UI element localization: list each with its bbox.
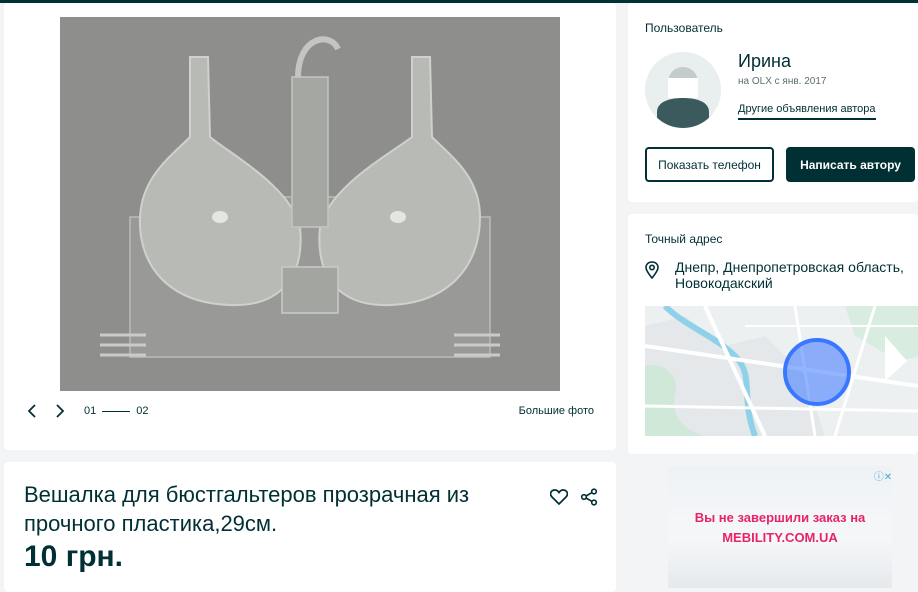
pager-divider: [102, 410, 131, 412]
address-row: Днепр, Днепропетровская область, Новокод…: [645, 259, 905, 291]
ad-close-icon[interactable]: ⓘ✕: [874, 468, 892, 483]
other-ads-link[interactable]: Другие объявления автора: [738, 103, 876, 120]
pager-total: 02: [136, 405, 149, 417]
gallery-pager: 01 02: [84, 405, 149, 417]
address-section-label: Точный адрес: [645, 232, 723, 246]
user-section-label: Пользователь: [645, 21, 723, 35]
show-phone-button[interactable]: Показать телефон: [645, 147, 774, 182]
ad-banner-line2: MEBILITY.COM.UA: [722, 530, 838, 545]
location-pin-icon: [645, 259, 667, 283]
write-author-button[interactable]: Написать автору: [786, 147, 915, 182]
address-card: Точный адрес Днепр, Днепропетровская обл…: [628, 214, 918, 454]
listing-photo[interactable]: [60, 17, 560, 391]
ad-banner-line1: Вы не завершили заказ на: [694, 510, 866, 525]
big-photo-link[interactable]: Большие фото: [519, 405, 594, 417]
ad-banner-area: ⓘ✕ Вы не завершили заказ на MEBILITY.COM…: [628, 458, 918, 588]
listing-price: 10 грн.: [24, 540, 123, 573]
address-map[interactable]: [645, 306, 918, 436]
listing-title: Вешалка для бюстгальтеров прозрачная из …: [24, 482, 470, 536]
chevron-right-icon[interactable]: [50, 401, 70, 421]
chevron-left-icon[interactable]: [22, 401, 42, 421]
user-name: Ирина: [738, 51, 791, 71]
address-text: Днепр, Днепропетровская область, Новокод…: [675, 259, 904, 291]
user-since: на OLX с янв. 2017: [738, 76, 827, 87]
heart-icon[interactable]: [548, 486, 570, 508]
listing-actions: [548, 486, 608, 508]
listing-title-card: Вешалка для бюстгальтеров прозрачная из …: [4, 462, 616, 592]
avatar[interactable]: [645, 52, 721, 128]
gallery-card: 01 02 Большие фото: [4, 3, 616, 450]
share-icon[interactable]: [578, 486, 600, 508]
user-card: Пользователь Ирина на OLX с янв. 2017 Др…: [628, 3, 918, 202]
gallery-controls: 01 02: [22, 401, 149, 421]
pager-current: 01: [84, 405, 97, 417]
ad-banner[interactable]: ⓘ✕ Вы не завершили заказ на MEBILITY.COM…: [668, 466, 892, 588]
